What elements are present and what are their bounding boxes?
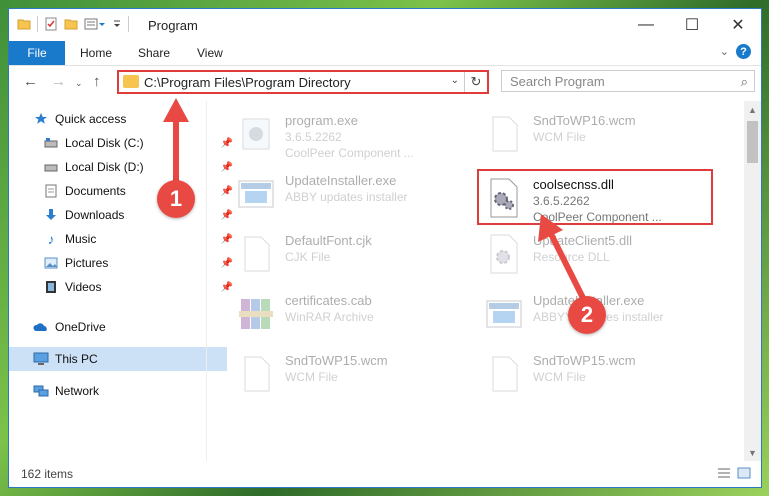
arrow-1-head <box>163 98 189 122</box>
arrow-2-shaft <box>547 230 588 304</box>
annotation-overlay <box>163 98 588 304</box>
step-2-badge: 2 <box>568 296 606 334</box>
step-1-badge: 1 <box>157 180 195 218</box>
